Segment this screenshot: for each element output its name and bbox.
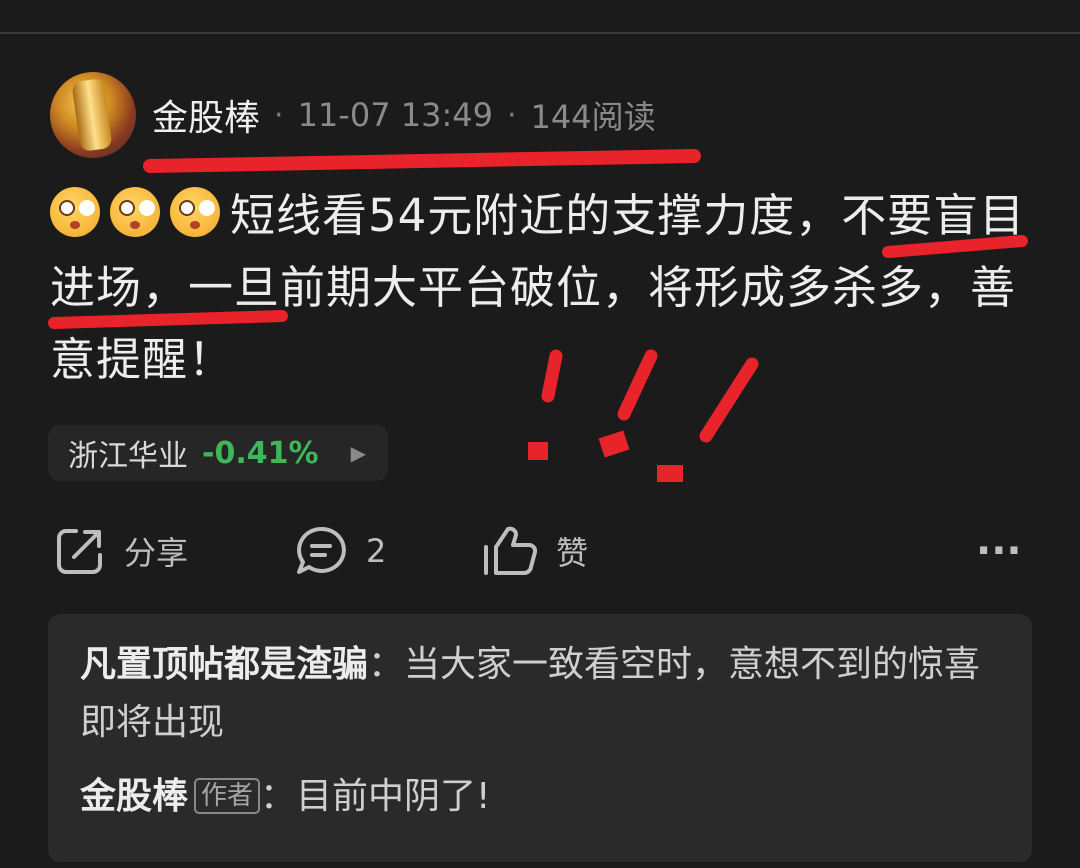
author-name[interactable]: 金股棒 — [152, 89, 260, 141]
stock-chip[interactable]: 浙江华业 -0.41% ▶ — [48, 425, 388, 481]
post-datetime: 11-07 13:49 — [297, 96, 493, 134]
share-button[interactable]: 分享 — [54, 520, 188, 582]
comment-colon: ： — [368, 644, 405, 685]
share-label: 分享 — [124, 534, 189, 572]
stock-name: 浙江华业 — [68, 439, 188, 474]
comment-user[interactable]: 金股棒 — [80, 776, 188, 817]
meta-separator: · — [274, 97, 284, 133]
like-button[interactable]: 赞 — [482, 520, 588, 582]
annotation-exclamation-dot — [598, 430, 630, 458]
comment-button[interactable]: 2 — [294, 520, 386, 582]
flushed-face-emoji — [170, 187, 220, 237]
post-body: 短线看54元附近的支撑力度，不要盲目进场，一旦前期大平台破位，将形成多杀多，善意… — [50, 180, 1030, 396]
like-label: 赞 — [556, 534, 589, 572]
comment-item[interactable]: 金股棒 作者 ：目前中阴了! — [80, 768, 1000, 826]
more-button[interactable]: ··· — [976, 520, 1022, 582]
comment-item[interactable]: 凡置顶帖都是渣骗：当大家一致看空时，意想不到的惊喜即将出现 — [80, 636, 1000, 752]
meta-separator: · — [506, 97, 517, 133]
author-badge: 作者 — [194, 778, 261, 814]
more-icon: ··· — [976, 528, 1022, 574]
comment-icon — [297, 526, 346, 574]
stock-change: -0.41% — [202, 435, 319, 471]
read-count: 144阅读 — [530, 98, 656, 136]
post-header: 金股棒 · 11-07 13:49 · 144阅读 — [50, 72, 656, 158]
share-icon — [57, 529, 102, 574]
comment-count: 2 — [366, 532, 387, 570]
annotation-exclamation-dot — [657, 465, 683, 482]
comment-colon: ： — [260, 776, 297, 817]
top-divider — [0, 32, 1080, 34]
annotation-exclamation-dot — [528, 442, 548, 460]
action-bar: 分享 2 赞 ··· — [0, 520, 1080, 582]
flushed-face-emoji — [110, 187, 160, 237]
comment-text: 目前中阴了! — [296, 776, 491, 817]
avatar[interactable] — [50, 72, 136, 158]
comment-preview[interactable]: 凡置顶帖都是渣骗：当大家一致看空时，意想不到的惊喜即将出现 金股棒 作者 ：目前中阴… — [48, 614, 1032, 862]
comment-user[interactable]: 凡置顶帖都是渣骗 — [80, 644, 368, 685]
flushed-face-emoji — [50, 187, 100, 237]
thumbs-up-icon — [484, 526, 538, 576]
chevron-right-icon: ▶ — [350, 441, 366, 465]
